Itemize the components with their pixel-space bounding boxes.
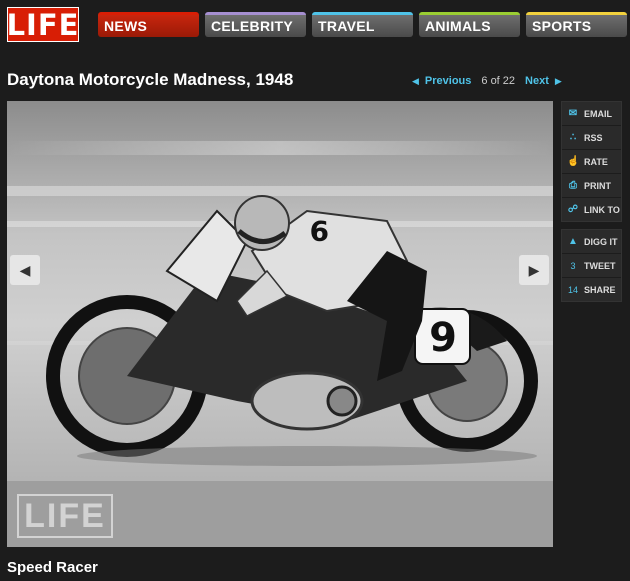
next-photo-button[interactable]: ▶: [519, 255, 549, 285]
main-nav: NEWS CELEBRITY TRAVEL ANIMALS SPORTS: [98, 12, 627, 37]
share-button[interactable]: 14 SHARE: [562, 278, 621, 301]
photo-caption: Speed Racer: [7, 559, 98, 576]
previous-link[interactable]: Previous: [425, 75, 471, 87]
social-tools: ▲ DIGG IT 3 TWEET 14 SHARE: [561, 229, 622, 302]
next-arrow-icon[interactable]: ▶: [555, 76, 562, 87]
rider-back-number: 9: [310, 214, 329, 247]
rss-button[interactable]: ∴ RSS: [562, 126, 621, 150]
thumbs-up-icon: ☝: [567, 156, 580, 167]
email-icon: ✉: [568, 108, 578, 119]
print-icon: ⎙: [569, 180, 577, 191]
motorcycle-racer-image: 9 9: [7, 101, 553, 547]
link-to-label: LINK TO: [584, 204, 620, 215]
next-link[interactable]: Next: [525, 75, 549, 87]
tweet-label: TWEET: [584, 260, 616, 271]
tweet-button[interactable]: 3 TWEET: [562, 254, 621, 278]
previous-photo-button[interactable]: ◀: [10, 255, 40, 285]
arrow-left-icon: ◀: [19, 261, 31, 278]
share-label: SHARE: [584, 284, 616, 295]
tab-animals[interactable]: ANIMALS: [419, 12, 520, 37]
digg-label: DIGG IT: [584, 236, 618, 247]
life-watermark: LIFE: [17, 494, 113, 538]
life-logo[interactable]: LIFE: [7, 7, 79, 42]
previous-arrow-icon[interactable]: ◀: [412, 76, 419, 87]
rss-label: RSS: [584, 132, 603, 143]
digg-button[interactable]: ▲ DIGG IT: [562, 230, 621, 254]
gallery-pager: ◀ Previous 6 of 22 Next ▶: [412, 75, 562, 87]
gallery-title: Daytona Motorcycle Madness, 1948: [7, 70, 294, 89]
gallery-photo: 9 9 LIFE: [7, 101, 553, 547]
rate-label: RATE: [584, 156, 608, 167]
tab-news[interactable]: NEWS: [98, 12, 199, 37]
print-label: PRINT: [584, 180, 611, 191]
page-position: 6 of 22: [481, 75, 516, 87]
share-count: 14: [567, 284, 578, 295]
tweet-count: 3: [570, 260, 576, 271]
email-label: EMAIL: [584, 108, 612, 119]
share-tools: ✉ EMAIL ∴ RSS ☝ RATE ⎙ PRINT ☍ LINK TO: [561, 101, 622, 222]
tab-travel[interactable]: TRAVEL: [312, 12, 413, 37]
bike-number-plate: 9: [429, 315, 457, 361]
arrow-right-icon: ▶: [528, 261, 540, 278]
rate-button[interactable]: ☝ RATE: [562, 150, 621, 174]
digg-icon: ▲: [568, 236, 578, 247]
link-icon: ☍: [567, 204, 579, 215]
email-button[interactable]: ✉ EMAIL: [562, 102, 621, 126]
tab-sports[interactable]: SPORTS: [526, 12, 627, 37]
rss-icon: ∴: [569, 132, 577, 143]
tab-celebrity[interactable]: CELEBRITY: [205, 12, 306, 37]
print-button[interactable]: ⎙ PRINT: [562, 174, 621, 198]
link-to-button[interactable]: ☍ LINK TO: [562, 198, 621, 221]
